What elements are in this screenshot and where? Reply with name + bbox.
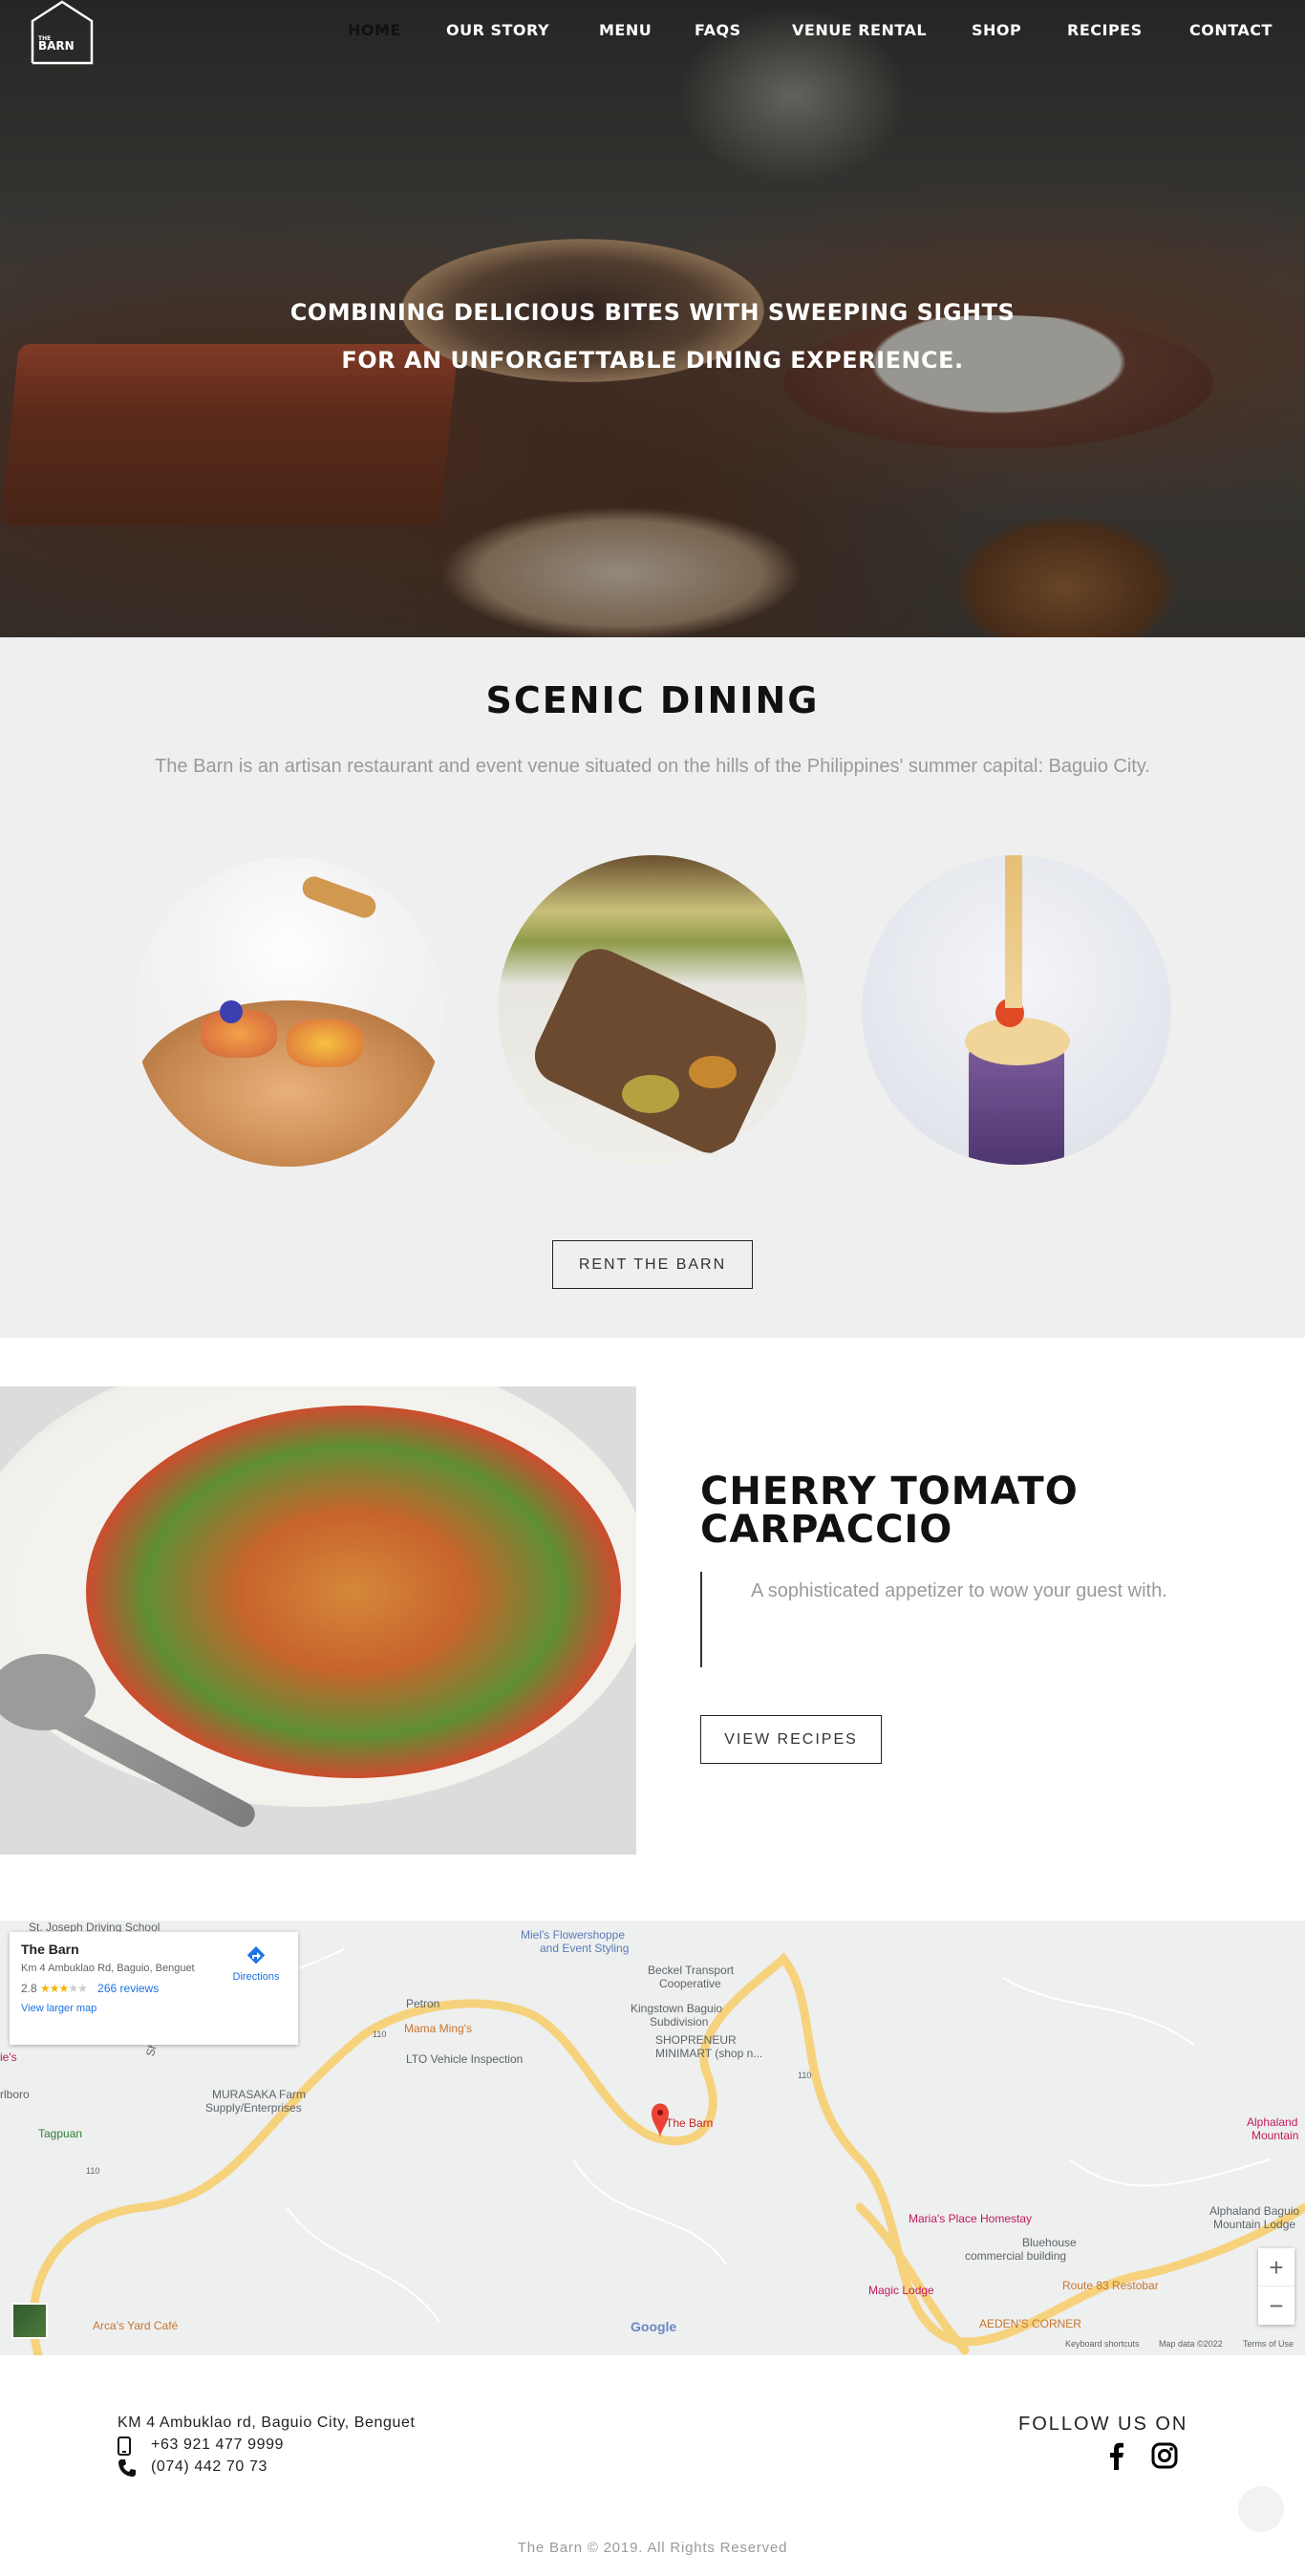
map-label: Mama Ming's: [404, 2022, 472, 2035]
map-label: Maria's Place Homestay: [909, 2212, 1032, 2225]
recipe-title-line2: CARPACCIO: [700, 1508, 953, 1552]
place-rating-row: 2.8 ★★★★★ 266 reviews: [21, 1982, 160, 1995]
map-label: Bluehouse: [1022, 2236, 1077, 2249]
map-label: Cooperative: [659, 1977, 721, 1990]
mobile-phone-icon: [118, 2436, 131, 2456]
place-rating: 2.8: [21, 1982, 37, 1995]
footer-address: KM 4 Ambuklao rd, Baguio City, Benguet: [118, 2415, 416, 2431]
map-label: Petron: [406, 1997, 440, 2010]
map-label: Tagpuan: [38, 2127, 83, 2140]
nav-faqs[interactable]: FAQS: [695, 21, 741, 39]
zoom-in-button[interactable]: +: [1258, 2248, 1294, 2286]
map-label: Alphaland Baguio: [1209, 2204, 1300, 2218]
recipe-photo-carpaccio: [0, 1386, 636, 1855]
copyright: The Barn © 2019. All Rights Reserved: [517, 2540, 788, 2556]
instagram-icon[interactable]: [1151, 2442, 1178, 2469]
map-label: LTO Vehicle Inspection: [406, 2052, 524, 2066]
nav-our-story[interactable]: OUR STORY: [446, 21, 549, 39]
view-recipes-button[interactable]: VIEW RECIPES: [700, 1715, 882, 1764]
map-terms[interactable]: Terms of Use: [1243, 2339, 1294, 2349]
map-data-credit: Map data ©2022: [1159, 2339, 1223, 2349]
section-title: SCENIC DINING: [485, 679, 820, 721]
place-reviews-link[interactable]: 266 reviews: [97, 1982, 159, 1995]
nav-menu[interactable]: MENU: [599, 21, 652, 39]
map-label: rlboro: [0, 2088, 30, 2101]
map-label: Miel's Flowershoppe: [521, 1928, 626, 1942]
map-label: Mountain: [1252, 2129, 1299, 2142]
main-nav: HOME OUR STORY MENU FAQS VENUE RENTAL SH…: [0, 21, 1305, 44]
telephone-icon: [118, 2459, 136, 2477]
photo-dining-table: [498, 855, 807, 1165]
zoom-out-button[interactable]: −: [1258, 2286, 1294, 2325]
map-label: ie's: [0, 2050, 17, 2064]
hero-tagline: COMBINING DELICIOUS BITES WITH SWEEPING …: [175, 289, 1130, 384]
map-label: Kingstown Baguio: [631, 2002, 723, 2015]
map-keyboard-shortcuts[interactable]: Keyboard shortcuts: [1065, 2339, 1140, 2349]
map-label: The Barn: [666, 2116, 714, 2130]
directions-label: Directions: [232, 1971, 280, 1983]
photo-ube-cake: [862, 855, 1171, 1165]
map-road-number: 110: [798, 2071, 812, 2080]
footer-phone-number[interactable]: (074) 442 70 73: [151, 2458, 267, 2476]
map-label: MURASAKA Farm: [212, 2088, 307, 2101]
map-road-number: 110: [373, 2029, 387, 2039]
map-label: Arca's Yard Café: [93, 2319, 179, 2332]
recipe-title: CHERRY TOMATO CARPACCIO: [700, 1472, 1235, 1549]
map-label: MINIMART (shop n...: [655, 2047, 763, 2060]
nav-venue-rental[interactable]: VENUE RENTAL: [792, 21, 927, 39]
nav-recipes[interactable]: RECIPES: [1067, 21, 1143, 39]
map-label: commercial building: [965, 2249, 1067, 2263]
quote-bar: [700, 1572, 702, 1667]
facebook-icon[interactable]: [1109, 2441, 1124, 2470]
nav-contact[interactable]: CONTACT: [1189, 21, 1273, 39]
map-label: SHOPRENEUR: [655, 2033, 737, 2047]
view-larger-map-link[interactable]: View larger map: [21, 2003, 287, 2014]
map-road-number: 110: [86, 2166, 100, 2176]
nav-shop[interactable]: SHOP: [972, 21, 1021, 39]
directions-button[interactable]: Directions: [227, 1945, 285, 1983]
map-label: Magic Lodge: [868, 2284, 934, 2297]
recipe-quote: A sophisticated appetizer to wow your gu…: [751, 1580, 1167, 1601]
map-label: Mountain Lodge: [1213, 2218, 1296, 2231]
scroll-to-top-button[interactable]: [1238, 2486, 1284, 2532]
map-label: AEDEN'S CORNER: [979, 2317, 1081, 2330]
google-logo: Google: [631, 2319, 677, 2334]
follow-us-heading: FOLLOW US ON: [1018, 2414, 1188, 2435]
rating-stars: ★★★: [40, 1982, 69, 1995]
map-label: Supply/Enterprises: [205, 2101, 302, 2114]
map-place-card: The Barn Km 4 Ambuklao Rd, Baguio, Bengu…: [10, 1932, 298, 2045]
map-label: Beckel Transport: [648, 1964, 735, 1977]
map-satellite-toggle[interactable]: [11, 2303, 48, 2339]
hero-tagline-line2: FOR AN UNFORGETTABLE DINING EXPERIENCE.: [341, 347, 964, 374]
map-label: Alphaland: [1247, 2115, 1298, 2129]
footer-mobile-number[interactable]: +63 921 477 9999: [151, 2436, 284, 2454]
directions-icon: [246, 1946, 266, 1964]
map-label: Subdivision: [650, 2015, 709, 2029]
map-label: Route 83 Restobar: [1062, 2279, 1159, 2292]
nav-home[interactable]: HOME: [348, 21, 401, 39]
hero-tagline-line1: COMBINING DELICIOUS BITES WITH SWEEPING …: [289, 299, 1016, 326]
scenic-dining-section: SCENIC DINING The Barn is an artisan res…: [0, 637, 1305, 1338]
map-label: and Event Styling: [540, 1942, 630, 1955]
rent-the-barn-button[interactable]: RENT THE BARN: [552, 1240, 753, 1289]
map-zoom-controls: + −: [1258, 2248, 1294, 2325]
section-description: The Barn is an artisan restaurant and ev…: [155, 756, 1150, 777]
recipe-title-line1: CHERRY TOMATO: [700, 1470, 1079, 1513]
hero-banner: THE BARN HOME OUR STORY MENU FAQS VENUE …: [0, 0, 1305, 637]
photo-bruschetta: [134, 857, 443, 1167]
google-map[interactable]: St. Joseph Driving School Miel's Flowers…: [0, 1921, 1305, 2355]
